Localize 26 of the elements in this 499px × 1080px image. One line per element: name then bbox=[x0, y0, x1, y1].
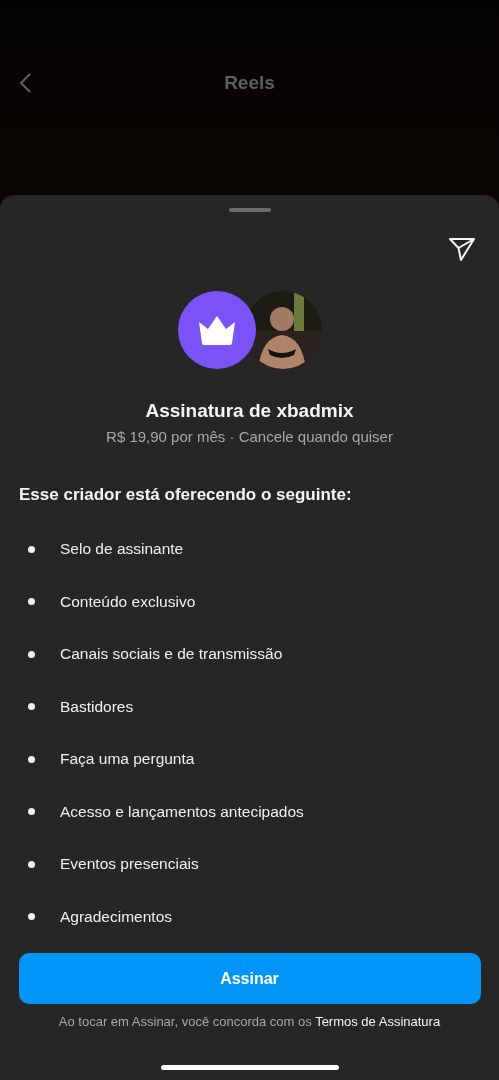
terms-link[interactable]: Termos de Assinatura bbox=[315, 1014, 441, 1029]
benefit-text: Faça uma pergunta bbox=[60, 750, 195, 769]
benefit-text: Bastidores bbox=[60, 697, 134, 716]
bullet-icon bbox=[28, 808, 35, 816]
benefit-text: Acesso e lançamentos antecipados bbox=[60, 802, 304, 821]
bullet-icon bbox=[28, 598, 35, 606]
sheet-handle[interactable] bbox=[228, 208, 271, 212]
bullet-icon bbox=[28, 703, 35, 711]
crown-icon bbox=[196, 314, 237, 346]
send-icon[interactable] bbox=[449, 237, 475, 261]
benefit-text: Conteúdo exclusivo bbox=[60, 592, 196, 611]
price-text: R$ 19,90 por mês · Cancele quando quiser bbox=[106, 428, 393, 445]
bullet-icon bbox=[28, 545, 35, 553]
benefit-text: Eventos presenciais bbox=[60, 855, 199, 874]
benefits-heading: Esse criador está oferecendo o seguinte: bbox=[18, 485, 353, 505]
terms-text: Ao tocar em Assinar, você concorda com os Termos de Assinatura bbox=[58, 1014, 441, 1029]
subscription-title: Assinatura de xbadmix bbox=[145, 400, 354, 422]
bullet-icon bbox=[28, 650, 35, 658]
bullet-icon bbox=[28, 755, 35, 763]
benefit-text: Canais sociais e de transmissão bbox=[60, 645, 283, 664]
page-title: Reels bbox=[224, 71, 275, 95]
bullet-icon bbox=[28, 860, 35, 868]
back-icon[interactable] bbox=[18, 72, 32, 94]
benefit-text: Agradecimentos bbox=[60, 907, 172, 926]
benefit-text: Selo de assinante bbox=[60, 540, 184, 559]
bullet-icon bbox=[28, 913, 35, 921]
